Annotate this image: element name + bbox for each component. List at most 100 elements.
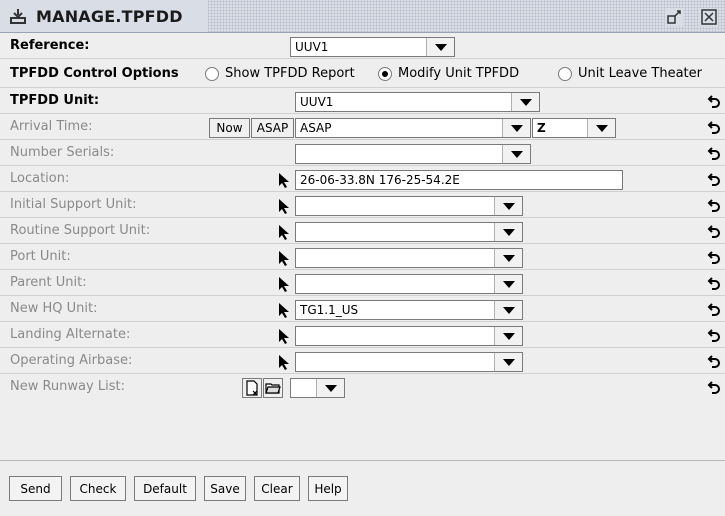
operating-airbase-row: Operating Airbase: [0, 349, 725, 374]
undo-icon[interactable] [706, 248, 722, 266]
operating-airbase-label: Operating Airbase: [10, 353, 133, 368]
map-pointer-icon[interactable] [275, 352, 293, 372]
radio-button[interactable] [558, 66, 572, 81]
chevron-down-icon[interactable] [494, 327, 522, 345]
operating-airbase-combo[interactable] [295, 352, 523, 372]
radio-button[interactable] [205, 66, 219, 81]
map-pointer-icon[interactable] [275, 196, 293, 216]
new-hq-unit-label: New HQ Unit: [10, 301, 98, 316]
chevron-down-icon[interactable] [494, 275, 522, 293]
option-label: Show TPFDD Report [225, 66, 355, 81]
control-options-row: TPFDD Control Options Show TPFDD Report … [0, 60, 725, 88]
undo-icon[interactable] [706, 300, 722, 318]
undo-icon[interactable] [706, 92, 722, 110]
routine-support-unit-label: Routine Support Unit: [10, 223, 151, 238]
undo-icon[interactable] [706, 118, 722, 136]
tpfdd-app-icon [8, 6, 28, 26]
now-button[interactable]: Now [209, 118, 250, 138]
clear-button[interactable]: Clear [254, 476, 300, 501]
chevron-down-icon[interactable] [502, 145, 530, 163]
undo-icon[interactable] [706, 222, 722, 240]
number-serials-combo[interactable] [295, 144, 531, 164]
chevron-down-icon[interactable] [494, 249, 522, 267]
undo-icon[interactable] [706, 326, 722, 344]
radio-button-selected[interactable] [378, 66, 392, 81]
reference-combo[interactable]: UUV1 [290, 37, 455, 57]
help-button[interactable]: Help [308, 476, 348, 501]
open-folder-icon[interactable] [263, 378, 283, 398]
undo-icon[interactable] [706, 144, 722, 162]
chevron-down-icon[interactable] [494, 223, 522, 241]
undo-icon[interactable] [706, 352, 722, 370]
timezone-combo[interactable]: Z [532, 118, 616, 138]
reference-label: Reference: [10, 38, 90, 53]
new-runway-list-row: New Runway List: [0, 375, 725, 400]
title-bar[interactable]: MANAGE.TPFDD [0, 0, 725, 33]
routine-support-unit-combo[interactable] [295, 222, 523, 242]
timezone-value: Z [537, 121, 546, 135]
parent-unit-row: Parent Unit: [0, 271, 725, 296]
undo-icon[interactable] [706, 378, 722, 396]
initial-support-unit-label: Initial Support Unit: [10, 197, 137, 212]
option-show-report[interactable]: Show TPFDD Report [205, 66, 355, 81]
number-serials-label: Number Serials: [10, 145, 115, 160]
landing-alternate-combo[interactable] [295, 326, 523, 346]
manage-tpfdd-window: MANAGE.TPFDD Reference: UUV1 TPFDD Contr… [0, 0, 725, 516]
chevron-down-icon[interactable] [426, 38, 454, 56]
map-pointer-icon[interactable] [275, 326, 293, 346]
chevron-down-icon[interactable] [316, 379, 344, 397]
initial-support-unit-combo[interactable] [295, 196, 523, 216]
map-pointer-icon[interactable] [275, 274, 293, 294]
undo-icon[interactable] [706, 196, 722, 214]
initial-support-unit-row: Initial Support Unit: [0, 193, 725, 218]
tpfdd-unit-value: UUV1 [300, 95, 334, 109]
restore-icon[interactable] [665, 8, 683, 26]
tpfdd-unit-combo[interactable]: UUV1 [295, 92, 540, 112]
option-label: Unit Leave Theater [578, 66, 702, 81]
undo-icon[interactable] [706, 170, 722, 188]
chevron-down-icon[interactable] [502, 119, 530, 137]
option-modify-unit[interactable]: Modify Unit TPFDD [378, 66, 519, 81]
chevron-down-icon[interactable] [494, 353, 522, 371]
map-pointer-icon[interactable] [275, 170, 293, 190]
reference-value: UUV1 [295, 40, 329, 54]
new-document-icon[interactable] [242, 378, 262, 398]
location-input[interactable]: 26-06-33.8N 176-25-54.2E [295, 170, 623, 190]
arrival-time-combo[interactable]: ASAP [295, 118, 531, 138]
number-serials-row: Number Serials: [0, 141, 725, 166]
asap-button[interactable]: ASAP [251, 118, 294, 138]
tpfdd-unit-row: TPFDD Unit: UUV1 [0, 89, 725, 114]
landing-alternate-row: Landing Alternate: [0, 323, 725, 348]
new-runway-list-combo[interactable] [290, 378, 345, 398]
undo-icon[interactable] [706, 274, 722, 292]
port-unit-row: Port Unit: [0, 245, 725, 270]
window-title: MANAGE.TPFDD [36, 6, 183, 26]
chevron-down-icon[interactable] [587, 119, 615, 137]
option-label: Modify Unit TPFDD [398, 66, 520, 81]
save-button[interactable]: Save [204, 476, 246, 501]
map-pointer-icon[interactable] [275, 222, 293, 242]
chevron-down-icon[interactable] [494, 301, 522, 319]
port-unit-combo[interactable] [295, 248, 523, 268]
arrival-time-label: Arrival Time: [10, 119, 93, 134]
button-bar: Send Check Default Save Clear Help [0, 460, 725, 516]
send-button[interactable]: Send [9, 476, 62, 501]
location-value: 26-06-33.8N 176-25-54.2E [300, 173, 460, 187]
arrival-time-value: ASAP [300, 121, 332, 135]
map-pointer-icon[interactable] [275, 248, 293, 268]
landing-alternate-label: Landing Alternate: [10, 327, 131, 342]
location-row: Location: 26-06-33.8N 176-25-54.2E [0, 167, 725, 192]
close-icon[interactable] [700, 8, 718, 26]
location-label: Location: [10, 171, 70, 186]
new-hq-unit-value: TG1.1_US [300, 303, 359, 317]
chevron-down-icon[interactable] [511, 93, 539, 111]
option-unit-leave[interactable]: Unit Leave Theater [558, 66, 702, 81]
new-hq-unit-combo[interactable]: TG1.1_US [295, 300, 523, 320]
title-block: MANAGE.TPFDD [0, 0, 208, 32]
default-button[interactable]: Default [134, 476, 196, 501]
parent-unit-combo[interactable] [295, 274, 523, 294]
chevron-down-icon[interactable] [494, 197, 522, 215]
map-pointer-icon[interactable] [275, 300, 293, 320]
parent-unit-label: Parent Unit: [10, 275, 87, 290]
check-button[interactable]: Check [70, 476, 126, 501]
